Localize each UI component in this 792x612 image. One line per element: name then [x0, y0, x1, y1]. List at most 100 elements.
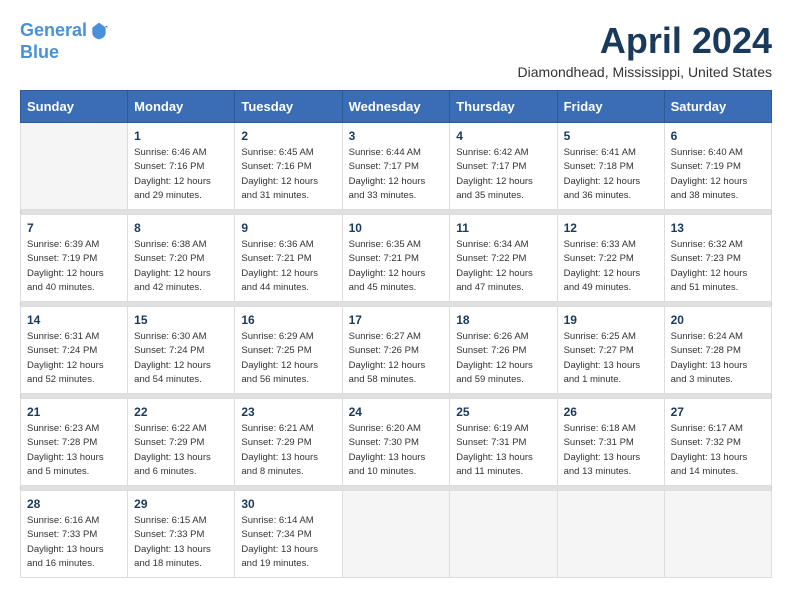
day-number: 13 — [671, 221, 765, 235]
logo-text: General Blue — [20, 20, 109, 63]
day-number: 21 — [27, 405, 121, 419]
day-number: 8 — [134, 221, 228, 235]
week-row: 14 Sunrise: 6:31 AMSunset: 7:24 PMDayligh… — [21, 307, 772, 394]
day-number: 12 — [564, 221, 658, 235]
weekday-header: Friday — [557, 91, 664, 123]
day-number: 28 — [27, 497, 121, 511]
calendar-cell: 1 Sunrise: 6:46 AMSunset: 7:16 PMDaylight… — [128, 123, 235, 210]
calendar-cell: 15 Sunrise: 6:30 AMSunset: 7:24 PMDayligh… — [128, 307, 235, 394]
calendar-cell: 19 Sunrise: 6:25 AMSunset: 7:27 PMDayligh… — [557, 307, 664, 394]
calendar-cell — [342, 491, 450, 578]
calendar-cell: 21 Sunrise: 6:23 AMSunset: 7:28 PMDayligh… — [21, 399, 128, 486]
calendar-cell: 28 Sunrise: 6:16 AMSunset: 7:33 PMDayligh… — [21, 491, 128, 578]
logo-icon — [89, 21, 109, 41]
weekday-header: Sunday — [21, 91, 128, 123]
calendar-cell: 7 Sunrise: 6:39 AMSunset: 7:19 PMDaylight… — [21, 215, 128, 302]
day-info: Sunrise: 6:36 AMSunset: 7:21 PMDaylight:… — [241, 238, 335, 295]
calendar-cell — [664, 491, 771, 578]
calendar-cell — [21, 123, 128, 210]
day-number: 7 — [27, 221, 121, 235]
day-info: Sunrise: 6:42 AMSunset: 7:17 PMDaylight:… — [456, 146, 550, 203]
day-info: Sunrise: 6:15 AMSunset: 7:33 PMDaylight:… — [134, 514, 228, 571]
day-info: Sunrise: 6:23 AMSunset: 7:28 PMDaylight:… — [27, 422, 121, 479]
weekday-header: Wednesday — [342, 91, 450, 123]
calendar-header-row: SundayMondayTuesdayWednesdayThursdayFrid… — [21, 91, 772, 123]
day-info: Sunrise: 6:18 AMSunset: 7:31 PMDaylight:… — [564, 422, 658, 479]
calendar-cell: 22Sunrise: 6:22 AMSunset: 7:29 PMDayligh… — [128, 399, 235, 486]
day-info: Sunrise: 6:19 AMSunset: 7:31 PMDaylight:… — [456, 422, 550, 479]
day-info: Sunrise: 6:31 AMSunset: 7:24 PMDaylight:… — [27, 330, 121, 387]
day-info: Sunrise: 6:16 AMSunset: 7:33 PMDaylight:… — [27, 514, 121, 571]
logo: General Blue — [20, 20, 109, 63]
day-number: 24 — [349, 405, 444, 419]
day-number: 9 — [241, 221, 335, 235]
day-info: Sunrise: 6:26 AMSunset: 7:26 PMDaylight:… — [456, 330, 550, 387]
calendar-cell: 17 Sunrise: 6:27 AMSunset: 7:26 PMDayligh… — [342, 307, 450, 394]
calendar-cell: 9 Sunrise: 6:36 AMSunset: 7:21 PMDaylight… — [235, 215, 342, 302]
day-info: Sunrise: 6:32 AMSunset: 7:23 PMDaylight:… — [671, 238, 765, 295]
calendar-cell — [557, 491, 664, 578]
day-number: 14 — [27, 313, 121, 327]
weekday-header: Monday — [128, 91, 235, 123]
day-number: 2 — [241, 129, 335, 143]
day-info: Sunrise: 6:27 AMSunset: 7:26 PMDaylight:… — [349, 330, 444, 387]
day-info: Sunrise: 6:24 AMSunset: 7:28 PMDaylight:… — [671, 330, 765, 387]
day-number: 6 — [671, 129, 765, 143]
day-info: Sunrise: 6:46 AMSunset: 7:16 PMDaylight:… — [134, 146, 228, 203]
day-info: Sunrise: 6:44 AMSunset: 7:17 PMDaylight:… — [349, 146, 444, 203]
calendar-cell: 25Sunrise: 6:19 AMSunset: 7:31 PMDayligh… — [450, 399, 557, 486]
day-info: Sunrise: 6:30 AMSunset: 7:24 PMDaylight:… — [134, 330, 228, 387]
day-info: Sunrise: 6:35 AMSunset: 7:21 PMDaylight:… — [349, 238, 444, 295]
day-number: 15 — [134, 313, 228, 327]
day-info: Sunrise: 6:41 AMSunset: 7:18 PMDaylight:… — [564, 146, 658, 203]
day-number: 17 — [349, 313, 444, 327]
day-number: 27 — [671, 405, 765, 419]
day-number: 1 — [134, 129, 228, 143]
month-title: April 2024 — [518, 20, 772, 62]
day-number: 11 — [456, 221, 550, 235]
page-header: General Blue April 2024 Diamondhead, Mis… — [20, 20, 772, 80]
weekday-header: Saturday — [664, 91, 771, 123]
day-info: Sunrise: 6:40 AMSunset: 7:19 PMDaylight:… — [671, 146, 765, 203]
day-number: 16 — [241, 313, 335, 327]
calendar-cell: 10 Sunrise: 6:35 AMSunset: 7:21 PMDayligh… — [342, 215, 450, 302]
day-number: 4 — [456, 129, 550, 143]
day-number: 5 — [564, 129, 658, 143]
day-number: 18 — [456, 313, 550, 327]
calendar-cell: 18 Sunrise: 6:26 AMSunset: 7:26 PMDayligh… — [450, 307, 557, 394]
week-row: 21 Sunrise: 6:23 AMSunset: 7:28 PMDayligh… — [21, 399, 772, 486]
day-info: Sunrise: 6:21 AMSunset: 7:29 PMDaylight:… — [241, 422, 335, 479]
calendar-cell: 11Sunrise: 6:34 AMSunset: 7:22 PMDayligh… — [450, 215, 557, 302]
day-info: Sunrise: 6:29 AMSunset: 7:25 PMDaylight:… — [241, 330, 335, 387]
calendar-cell: 3 Sunrise: 6:44 AMSunset: 7:17 PMDaylight… — [342, 123, 450, 210]
calendar-cell: 27Sunrise: 6:17 AMSunset: 7:32 PMDayligh… — [664, 399, 771, 486]
day-info: Sunrise: 6:25 AMSunset: 7:27 PMDaylight:… — [564, 330, 658, 387]
calendar-cell: 20 Sunrise: 6:24 AMSunset: 7:28 PMDayligh… — [664, 307, 771, 394]
calendar-cell: 6 Sunrise: 6:40 AMSunset: 7:19 PMDaylight… — [664, 123, 771, 210]
calendar-cell: 5 Sunrise: 6:41 AMSunset: 7:18 PMDaylight… — [557, 123, 664, 210]
calendar-cell: 30Sunrise: 6:14 AMSunset: 7:34 PMDayligh… — [235, 491, 342, 578]
day-info: Sunrise: 6:20 AMSunset: 7:30 PMDaylight:… — [349, 422, 444, 479]
day-number: 23 — [241, 405, 335, 419]
day-number: 20 — [671, 313, 765, 327]
calendar-cell: 4 Sunrise: 6:42 AMSunset: 7:17 PMDaylight… — [450, 123, 557, 210]
calendar: SundayMondayTuesdayWednesdayThursdayFrid… — [20, 90, 772, 578]
day-info: Sunrise: 6:39 AMSunset: 7:19 PMDaylight:… — [27, 238, 121, 295]
calendar-cell: 23 Sunrise: 6:21 AMSunset: 7:29 PMDayligh… — [235, 399, 342, 486]
calendar-cell: 2 Sunrise: 6:45 AMSunset: 7:16 PMDaylight… — [235, 123, 342, 210]
day-info: Sunrise: 6:33 AMSunset: 7:22 PMDaylight:… — [564, 238, 658, 295]
calendar-cell: 8Sunrise: 6:38 AMSunset: 7:20 PMDaylight… — [128, 215, 235, 302]
day-number: 26 — [564, 405, 658, 419]
weekday-header: Tuesday — [235, 91, 342, 123]
calendar-cell: 24 Sunrise: 6:20 AMSunset: 7:30 PMDayligh… — [342, 399, 450, 486]
calendar-cell: 29Sunrise: 6:15 AMSunset: 7:33 PMDayligh… — [128, 491, 235, 578]
title-section: April 2024 Diamondhead, Mississippi, Uni… — [518, 20, 772, 80]
calendar-cell: 16 Sunrise: 6:29 AMSunset: 7:25 PMDayligh… — [235, 307, 342, 394]
day-info: Sunrise: 6:45 AMSunset: 7:16 PMDaylight:… — [241, 146, 335, 203]
day-number: 19 — [564, 313, 658, 327]
day-info: Sunrise: 6:14 AMSunset: 7:34 PMDaylight:… — [241, 514, 335, 571]
calendar-cell — [450, 491, 557, 578]
calendar-cell: 14 Sunrise: 6:31 AMSunset: 7:24 PMDayligh… — [21, 307, 128, 394]
day-number: 10 — [349, 221, 444, 235]
day-number: 3 — [349, 129, 444, 143]
